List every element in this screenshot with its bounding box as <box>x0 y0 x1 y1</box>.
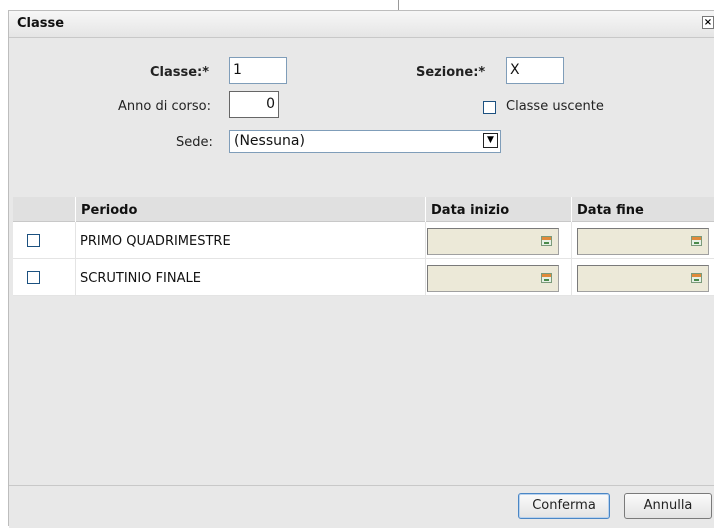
dialog-title: Classe <box>17 16 65 31</box>
sezione-label: Sezione:* <box>416 65 486 80</box>
classe-label: Classe:* <box>150 65 210 80</box>
column-divider <box>571 259 572 296</box>
sezione-input[interactable]: X <box>506 57 564 84</box>
data-fine-field[interactable] <box>577 228 709 255</box>
classe-uscente-label: Classe uscente <box>506 99 604 114</box>
dialog-titlebar[interactable]: Classe × <box>9 11 714 38</box>
calendar-icon[interactable] <box>691 273 702 283</box>
data-fine-field[interactable] <box>577 265 709 292</box>
row-checkbox[interactable] <box>27 271 40 284</box>
column-divider <box>75 259 76 296</box>
calendar-icon[interactable] <box>541 273 552 283</box>
periodo-cell: PRIMO QUADRIMESTRE <box>80 234 231 249</box>
close-icon[interactable]: × <box>702 16 714 29</box>
column-divider <box>425 222 426 259</box>
anno-di-corso-input[interactable]: 0 <box>229 91 279 118</box>
anno-di-corso-label: Anno di corso: <box>118 99 212 114</box>
classe-uscente-checkbox[interactable] <box>483 101 496 114</box>
row-checkbox[interactable] <box>27 234 40 247</box>
annulla-button[interactable]: Annulla <box>624 493 712 519</box>
column-divider <box>425 259 426 296</box>
sede-selected-value: (Nessuna) <box>234 133 305 149</box>
data-inizio-field[interactable] <box>427 228 559 255</box>
table-row[interactable]: SCRUTINIO FINALE <box>13 259 714 296</box>
column-divider <box>571 222 572 259</box>
header-data-inizio[interactable]: Data inizio <box>425 197 571 222</box>
header-data-fine[interactable]: Data fine <box>571 197 714 222</box>
sede-label: Sede: <box>176 135 213 150</box>
periodo-cell: SCRUTINIO FINALE <box>80 271 201 286</box>
table-row[interactable]: PRIMO QUADRIMESTRE <box>13 222 714 259</box>
sede-select[interactable]: (Nessuna) ▼ <box>229 130 501 153</box>
header-periodo[interactable]: Periodo <box>75 197 425 222</box>
conferma-button[interactable]: Conferma <box>518 493 610 519</box>
dialog-footer: Conferma Annulla <box>9 485 714 528</box>
column-divider <box>75 222 76 259</box>
chevron-down-icon[interactable]: ▼ <box>483 133 498 148</box>
calendar-icon[interactable] <box>691 236 702 246</box>
classe-dialog: Classe × Classe:* 1 Sezione:* X Anno di … <box>8 10 714 528</box>
classe-input[interactable]: 1 <box>229 57 287 84</box>
window-edge-mark <box>398 0 399 10</box>
calendar-icon[interactable] <box>541 236 552 246</box>
data-inizio-field[interactable] <box>427 265 559 292</box>
header-select <box>13 197 75 222</box>
grid-header: Periodo Data inizio Data fine <box>13 197 714 222</box>
